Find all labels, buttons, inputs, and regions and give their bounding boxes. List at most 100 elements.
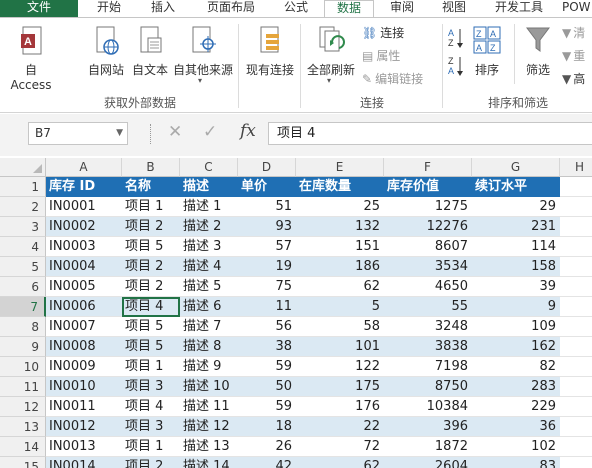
- table-cell[interactable]: IN0010: [46, 377, 122, 397]
- empty-cell[interactable]: [560, 397, 592, 417]
- tab-power[interactable]: POW: [562, 0, 592, 17]
- table-cell[interactable]: 62: [296, 277, 384, 297]
- table-cell[interactable]: 描述 12: [180, 417, 238, 437]
- table-cell[interactable]: 描述 4: [180, 257, 238, 277]
- table-cell[interactable]: 57: [238, 237, 296, 257]
- table-cell[interactable]: 描述 7: [180, 317, 238, 337]
- column-header-e[interactable]: E: [296, 158, 384, 177]
- table-cell[interactable]: 83: [472, 457, 560, 468]
- sort-descending-button[interactable]: Z A: [446, 54, 466, 78]
- row-header[interactable]: 6: [0, 277, 46, 297]
- row-header[interactable]: 10: [0, 357, 46, 377]
- table-cell[interactable]: 描述 1: [180, 197, 238, 217]
- table-cell[interactable]: IN0002: [46, 217, 122, 237]
- tab-review[interactable]: 审阅: [380, 0, 424, 17]
- table-cell[interactable]: 18: [238, 417, 296, 437]
- table-cell[interactable]: 描述 9: [180, 357, 238, 377]
- table-cell[interactable]: IN0007: [46, 317, 122, 337]
- tab-developer[interactable]: 开发工具: [484, 0, 554, 17]
- table-cell[interactable]: 描述 2: [180, 217, 238, 237]
- table-cell[interactable]: 描述 3: [180, 237, 238, 257]
- table-cell[interactable]: 132: [296, 217, 384, 237]
- table-cell[interactable]: 25: [296, 197, 384, 217]
- table-cell[interactable]: 项目 1: [122, 357, 180, 377]
- table-cell[interactable]: 9: [472, 297, 560, 317]
- table-cell[interactable]: 22: [296, 417, 384, 437]
- tab-home[interactable]: 开始: [86, 0, 132, 17]
- table-cell[interactable]: 10384: [384, 397, 472, 417]
- table-cell[interactable]: 描述 6: [180, 297, 238, 317]
- table-cell[interactable]: 19: [238, 257, 296, 277]
- column-header-a[interactable]: A: [46, 158, 122, 177]
- empty-cell[interactable]: [560, 297, 592, 317]
- table-cell[interactable]: 101: [296, 337, 384, 357]
- empty-cell[interactable]: [560, 197, 592, 217]
- table-cell[interactable]: 283: [472, 377, 560, 397]
- table-cell[interactable]: 29: [472, 197, 560, 217]
- row-header[interactable]: 4: [0, 237, 46, 257]
- row-header[interactable]: 3: [0, 217, 46, 237]
- row-header[interactable]: 7: [0, 297, 46, 317]
- row-header[interactable]: 12: [0, 397, 46, 417]
- table-cell[interactable]: IN0009: [46, 357, 122, 377]
- table-cell[interactable]: 项目 2: [122, 277, 180, 297]
- tab-formulas[interactable]: 公式: [274, 0, 318, 17]
- row-header[interactable]: 15: [0, 457, 46, 468]
- enter-icon[interactable]: ✓: [203, 122, 217, 142]
- refresh-all-button[interactable]: 全部刷新 ▾: [304, 24, 358, 85]
- table-cell[interactable]: 项目 5: [122, 337, 180, 357]
- table-cell[interactable]: 描述 14: [180, 457, 238, 468]
- table-cell[interactable]: 75: [238, 277, 296, 297]
- row-header[interactable]: 8: [0, 317, 46, 337]
- table-cell[interactable]: 62: [296, 457, 384, 468]
- table-cell[interactable]: 229: [472, 397, 560, 417]
- table-cell[interactable]: IN0005: [46, 277, 122, 297]
- table-cell[interactable]: 176: [296, 397, 384, 417]
- table-cell[interactable]: 4650: [384, 277, 472, 297]
- table-cell[interactable]: 36: [472, 417, 560, 437]
- table-cell[interactable]: 51: [238, 197, 296, 217]
- from-web-button[interactable]: 自网站: [86, 24, 126, 80]
- table-cell[interactable]: 1872: [384, 437, 472, 457]
- table-cell[interactable]: 项目 2: [122, 217, 180, 237]
- empty-cell[interactable]: [560, 357, 592, 377]
- advanced-filter-button[interactable]: ▼ 高: [562, 70, 585, 88]
- table-cell[interactable]: 114: [472, 237, 560, 257]
- table-cell[interactable]: IN0008: [46, 337, 122, 357]
- empty-cell[interactable]: [560, 237, 592, 257]
- table-cell[interactable]: 39: [472, 277, 560, 297]
- table-cell[interactable]: 59: [238, 357, 296, 377]
- table-cell[interactable]: 175: [296, 377, 384, 397]
- table-cell[interactable]: 7198: [384, 357, 472, 377]
- sort-button[interactable]: Z A A Z 排序: [470, 24, 504, 80]
- empty-cell[interactable]: [560, 337, 592, 357]
- properties-button[interactable]: ▤ 属性: [362, 47, 400, 65]
- tab-insert[interactable]: 插入: [140, 0, 186, 17]
- table-cell[interactable]: 项目 3: [122, 377, 180, 397]
- table-cell[interactable]: 58: [296, 317, 384, 337]
- table-cell[interactable]: 122: [296, 357, 384, 377]
- table-cell[interactable]: 项目 2: [122, 457, 180, 468]
- table-cell[interactable]: 42: [238, 457, 296, 468]
- column-header-c[interactable]: C: [180, 158, 238, 177]
- table-cell[interactable]: 158: [472, 257, 560, 277]
- table-cell[interactable]: 50: [238, 377, 296, 397]
- table-cell[interactable]: 12276: [384, 217, 472, 237]
- empty-cell[interactable]: [560, 277, 592, 297]
- cancel-icon[interactable]: ✕: [168, 122, 182, 142]
- table-cell[interactable]: 109: [472, 317, 560, 337]
- table-cell[interactable]: 56: [238, 317, 296, 337]
- table-header-cell[interactable]: 描述: [180, 177, 238, 197]
- table-cell[interactable]: 项目 4: [122, 397, 180, 417]
- existing-connections-button[interactable]: 现有连接: [244, 24, 296, 80]
- table-cell[interactable]: 231: [472, 217, 560, 237]
- tab-file[interactable]: 文件: [0, 0, 78, 17]
- select-all-button[interactable]: [0, 158, 46, 177]
- table-cell[interactable]: 项目 4: [122, 297, 180, 317]
- column-header-b[interactable]: B: [122, 158, 180, 177]
- column-header-h[interactable]: H: [560, 158, 592, 177]
- clear-filter-button[interactable]: ▼ 清: [562, 24, 585, 42]
- table-cell[interactable]: 186: [296, 257, 384, 277]
- empty-cell[interactable]: [560, 437, 592, 457]
- table-cell[interactable]: IN0011: [46, 397, 122, 417]
